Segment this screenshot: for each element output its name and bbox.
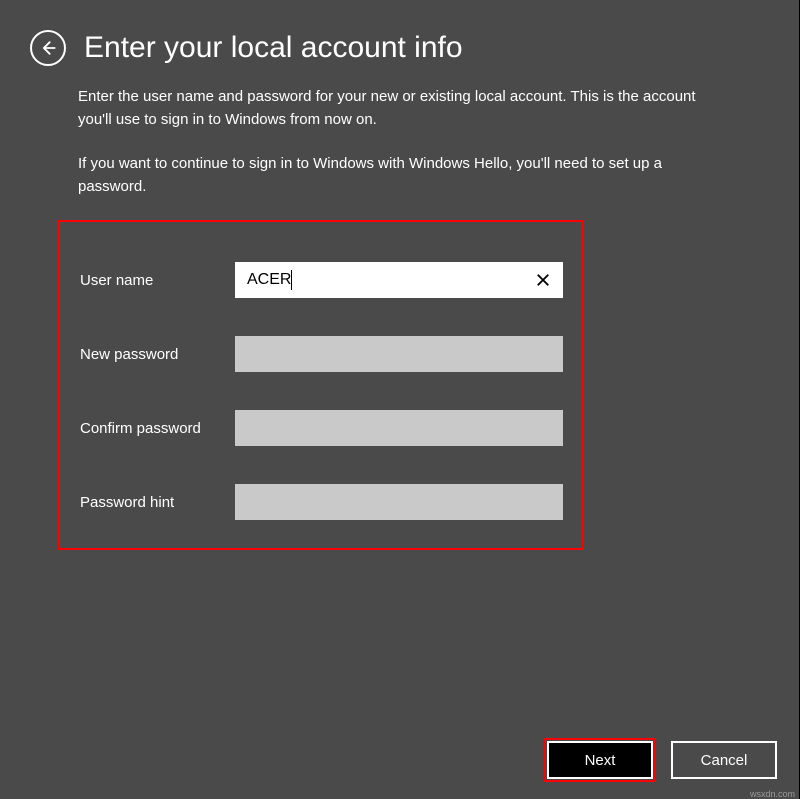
password-hint-label: Password hint: [80, 494, 235, 511]
watermark: wsxdn.com: [750, 789, 795, 799]
username-label: User name: [80, 272, 235, 289]
arrow-left-icon: [38, 38, 58, 58]
username-row: User name: [80, 262, 562, 298]
new-password-input[interactable]: [235, 336, 563, 372]
description-para-1: Enter the user name and password for you…: [78, 86, 721, 131]
username-input[interactable]: [235, 262, 563, 298]
page-title: Enter your local account info: [84, 31, 463, 65]
confirm-password-row: Confirm password: [80, 410, 562, 446]
description-para-2: If you want to continue to sign in to Wi…: [78, 153, 721, 198]
description-block: Enter the user name and password for you…: [0, 86, 799, 198]
confirm-password-input[interactable]: [235, 410, 563, 446]
close-icon: [534, 271, 552, 289]
footer-buttons: Next Cancel: [547, 741, 777, 779]
back-button[interactable]: [30, 30, 66, 66]
next-button[interactable]: Next: [547, 741, 653, 779]
clear-input-button[interactable]: [531, 268, 555, 292]
form-container: User name New password Confirm password …: [58, 220, 584, 550]
password-hint-row: Password hint: [80, 484, 562, 520]
new-password-row: New password: [80, 336, 562, 372]
password-hint-input[interactable]: [235, 484, 563, 520]
cancel-button[interactable]: Cancel: [671, 741, 777, 779]
new-password-label: New password: [80, 346, 235, 363]
text-cursor: [291, 270, 292, 290]
confirm-password-label: Confirm password: [80, 420, 235, 437]
